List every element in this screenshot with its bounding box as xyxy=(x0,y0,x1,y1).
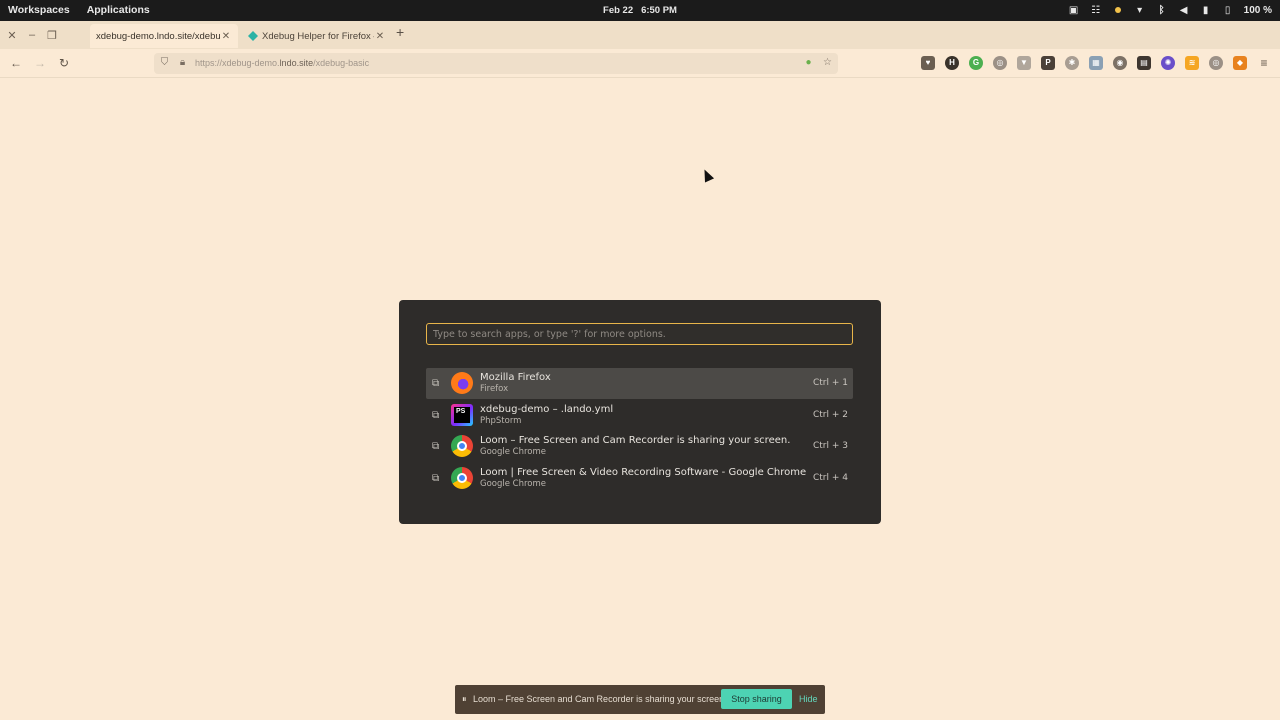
tab-title: Xdebug Helper for Firefox – xyxy=(262,30,374,42)
loom-extension-icon[interactable]: ✺ xyxy=(1161,56,1175,70)
url-domain: lndo.site xyxy=(279,58,314,68)
window-icon: ⧉ xyxy=(432,378,440,389)
close-tab-icon[interactable]: ✕ xyxy=(220,31,232,42)
url-path: /xdebug-basic xyxy=(313,58,370,68)
clock-time: 6:50 PM xyxy=(641,5,677,16)
close-window-icon[interactable]: ✕ xyxy=(2,21,22,49)
battery-icon[interactable]: ▯ xyxy=(1222,4,1234,16)
launcher-search-input[interactable] xyxy=(433,327,843,341)
hide-button[interactable]: Hide xyxy=(799,694,818,704)
globe-extension-icon[interactable]: ◎ xyxy=(993,56,1007,70)
h-extension-icon[interactable]: H xyxy=(945,56,959,70)
top-panel: Workspaces Applications Feb 22 6:50 PM ▣… xyxy=(0,0,1280,21)
bug-icon[interactable]: ● xyxy=(802,57,815,70)
chrome-icon xyxy=(451,435,473,457)
url-text[interactable]: https://xdebug-demo.lndo.site/xdebug-bas… xyxy=(195,58,369,68)
url-prefix: https://xdebug-demo. xyxy=(195,58,280,68)
xdebug-helper-favicon-icon xyxy=(248,31,258,41)
result-shortcut: Ctrl + 1 xyxy=(812,378,848,388)
result-row-chrome-loom-sharing[interactable]: ⧉ Loom – Free Screen and Cam Recorder is… xyxy=(426,431,853,462)
result-name: Loom | Free Screen & Video Recording Sof… xyxy=(480,466,807,478)
launcher-search[interactable] xyxy=(426,323,853,345)
app-launcher: ⧉ Mozilla Firefox Firefox Ctrl + 1 ⧉ PS … xyxy=(399,300,881,524)
shield-icon[interactable]: ⛉ xyxy=(158,57,171,70)
sharing-message: Loom – Free Screen and Cam Recorder is s… xyxy=(473,694,727,704)
mouse-cursor-icon xyxy=(699,167,715,183)
url-bar[interactable]: ⛉ 🔒︎ https://xdebug-demo.lndo.site/xdebu… xyxy=(154,53,838,74)
result-app: PhpStorm xyxy=(480,415,522,426)
result-name: xdebug-demo – .lando.yml xyxy=(480,403,614,415)
filter-extension-icon[interactable]: ▼ xyxy=(1017,56,1031,70)
bluetooth-icon[interactable]: ᛒ xyxy=(1156,4,1168,16)
metamask-fox-icon[interactable]: ◆ xyxy=(1233,56,1247,70)
lock-icon[interactable]: 🔒︎ xyxy=(176,57,189,70)
stop-sharing-button[interactable]: Stop sharing xyxy=(721,689,792,709)
close-tab-icon[interactable]: ✕ xyxy=(374,31,386,42)
restore-window-icon[interactable]: ❐ xyxy=(42,21,62,49)
result-app: Google Chrome xyxy=(480,478,547,489)
p-extension-icon[interactable]: P xyxy=(1041,56,1055,70)
result-row-chrome-loom[interactable]: ⧉ Loom | Free Screen & Video Recording S… xyxy=(426,463,853,494)
pocket-icon[interactable]: ♥ xyxy=(921,56,935,70)
window-icon: ⧉ xyxy=(432,441,440,452)
result-name: Loom – Free Screen and Cam Recorder is s… xyxy=(480,435,791,446)
result-shortcut: Ctrl + 3 xyxy=(812,441,848,451)
world-extension-icon[interactable]: ◎ xyxy=(1209,56,1223,70)
notification-dot-icon[interactable] xyxy=(1112,4,1124,16)
tab-title: xdebug-demo.lndo.site/xdebug_basic xyxy=(96,30,220,42)
result-shortcut: Ctrl + 4 xyxy=(812,472,848,483)
tab-xdebug-helper[interactable]: Xdebug Helper for Firefox – ✕ xyxy=(242,24,392,48)
result-row-phpstorm[interactable]: ⧉ PS xdebug-demo – .lando.yml PhpStorm C… xyxy=(426,400,853,431)
clock-date: Feb 22 xyxy=(603,5,634,16)
apps-grid-icon[interactable]: ☷ xyxy=(1090,4,1102,16)
minimize-window-icon[interactable]: – xyxy=(22,21,42,49)
new-tab-icon[interactable]: + xyxy=(396,24,410,44)
pause-icon[interactable]: ⏸︎ xyxy=(462,694,467,705)
chrome-icon xyxy=(451,466,473,489)
result-shortcut: Ctrl + 2 xyxy=(812,409,848,420)
circle-extension-icon[interactable]: ◉ xyxy=(1113,56,1127,70)
microphone-icon[interactable]: ▮ xyxy=(1200,4,1212,16)
rss-extension-icon[interactable]: ≋ xyxy=(1185,56,1199,70)
navigation-bar: ← → ↻ ⛉ 🔒︎ https://xdebug-demo.lndo.site… xyxy=(0,49,1280,78)
back-arrow-icon[interactable]: ← xyxy=(8,55,24,71)
firefox-icon xyxy=(451,372,473,394)
gear-extension-icon[interactable]: ✱ xyxy=(1065,56,1079,70)
wifi-icon[interactable]: ▾ xyxy=(1134,4,1146,16)
tab-bar: ✕ – ❐ xdebug-demo.lndo.site/xdebug_basic… xyxy=(0,21,1280,49)
window-icon: ⧉ xyxy=(432,409,440,421)
image-extension-icon[interactable]: ▦ xyxy=(1089,56,1103,70)
reload-icon[interactable]: ↻ xyxy=(56,55,72,71)
tab-xdebug-demo[interactable]: xdebug-demo.lndo.site/xdebug_basic ✕ xyxy=(90,24,238,48)
launcher-results: ⧉ Mozilla Firefox Firefox Ctrl + 1 ⧉ PS … xyxy=(426,368,853,494)
screen-extension-icon[interactable]: ▤ xyxy=(1137,56,1151,70)
battery-percent: 100 % xyxy=(1243,4,1272,16)
result-app: Firefox xyxy=(480,384,509,394)
phpstorm-icon: PS xyxy=(451,403,473,426)
screen-sharing-bar: ⏸︎ Loom – Free Screen and Cam Recorder i… xyxy=(455,685,825,714)
result-row-firefox[interactable]: ⧉ Mozilla Firefox Firefox Ctrl + 1 xyxy=(426,368,853,399)
screen-share-icon[interactable]: ▣ xyxy=(1068,4,1080,16)
hamburger-menu-icon[interactable]: ≡ xyxy=(1256,55,1272,71)
result-app: Google Chrome xyxy=(480,447,547,457)
window-icon: ⧉ xyxy=(432,472,440,484)
system-tray: ▣ ☷ ▾ ᛒ ◀ ▮ ▯ 100 % xyxy=(1068,4,1272,16)
result-name: Mozilla Firefox xyxy=(480,372,551,383)
bookmark-star-icon[interactable]: ☆ xyxy=(821,57,834,70)
forward-arrow-icon[interactable]: → xyxy=(32,55,48,71)
volume-icon[interactable]: ◀ xyxy=(1178,4,1190,16)
green-extension-icon[interactable]: G xyxy=(969,56,983,70)
